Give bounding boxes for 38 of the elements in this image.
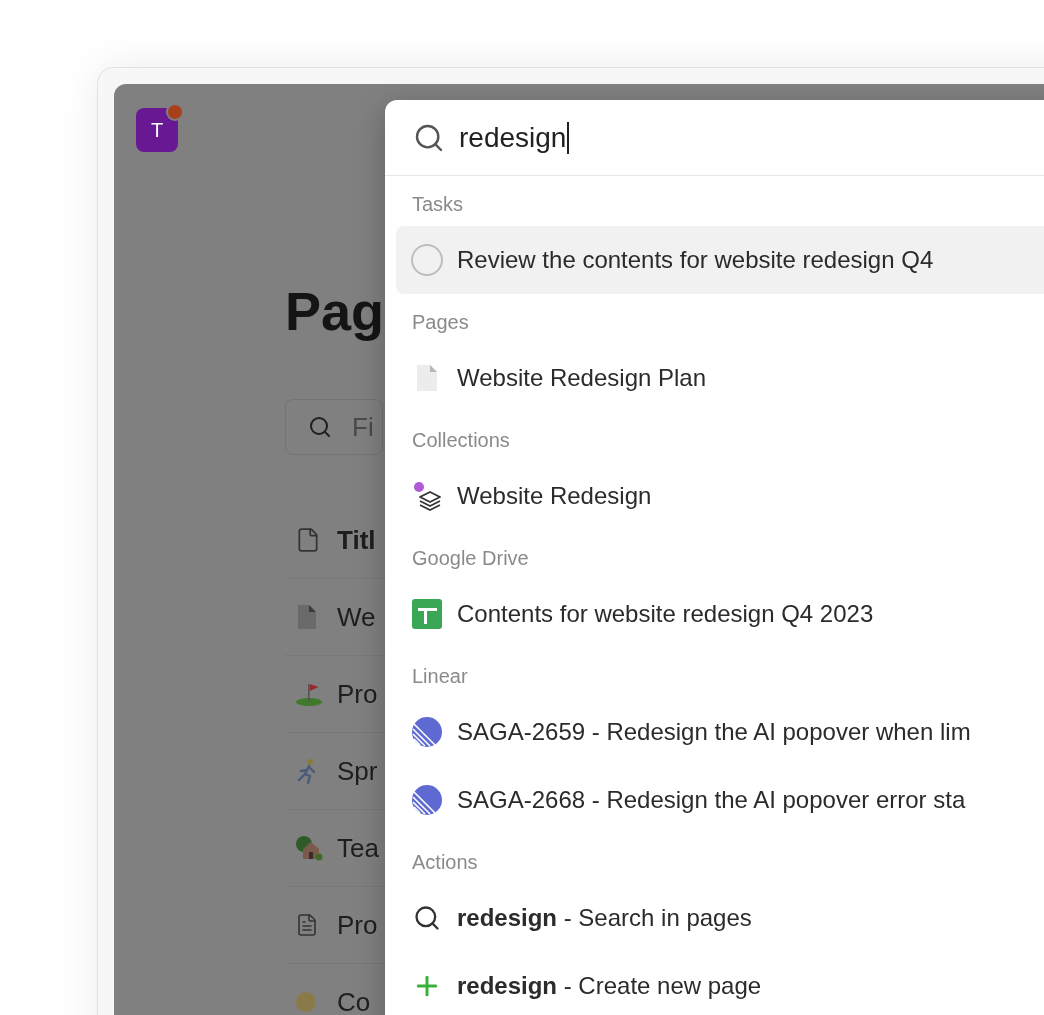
page-title[interactable]: Tea — [337, 828, 379, 868]
golf-flag-icon — [295, 681, 323, 707]
result-item[interactable]: SAGA-2659 - Redesign the AI popover when lim — [396, 698, 1044, 766]
page-title[interactable]: Pro — [337, 674, 378, 714]
document-icon — [295, 527, 321, 553]
document-icon — [414, 364, 440, 392]
result-item[interactable]: Contents for website redesign Q4 2023 — [396, 580, 1044, 648]
workspace-avatar[interactable]: T — [136, 108, 178, 152]
page-title[interactable]: Spr — [337, 751, 378, 791]
result-item[interactable]: redesign - Search in pages — [396, 884, 1044, 952]
result-item[interactable]: redesign - Create new page — [396, 952, 1044, 1015]
document-icon — [295, 604, 319, 630]
result-item[interactable]: Website Redesign Plan — [396, 344, 1044, 412]
page-title: Pag — [285, 280, 385, 343]
section-heading: Google Drive — [411, 546, 530, 571]
search-icon — [308, 415, 332, 439]
bulb-icon — [295, 991, 317, 1013]
result-item[interactable]: Review the contents for website redesign Q4 — [396, 226, 1044, 294]
section-heading: Collections — [411, 428, 511, 453]
section-heading: Pages — [411, 310, 470, 335]
striped-circle-icon — [412, 717, 442, 747]
page-title[interactable]: We — [337, 597, 376, 637]
striped-circle-icon — [412, 785, 442, 815]
layers-icon — [411, 480, 443, 512]
column-header: Titl — [337, 523, 376, 557]
page-title[interactable]: Pro — [337, 905, 378, 945]
section-heading: Actions — [411, 850, 479, 875]
section-heading: Tasks — [411, 192, 465, 217]
result-item[interactable]: Website Redesign — [396, 462, 1044, 530]
spreadsheet-icon — [412, 599, 442, 629]
task-checkbox[interactable] — [411, 244, 443, 276]
search-field[interactable]: redesign — [459, 116, 569, 159]
page-title[interactable]: Co — [337, 982, 371, 1015]
section-heading: Linear — [411, 664, 469, 689]
house-icon — [295, 835, 323, 861]
search-icon — [413, 904, 441, 932]
document-icon — [295, 913, 319, 937]
result-item[interactable]: SAGA-2668 - Redesign the AI popover error sta — [396, 766, 1044, 834]
